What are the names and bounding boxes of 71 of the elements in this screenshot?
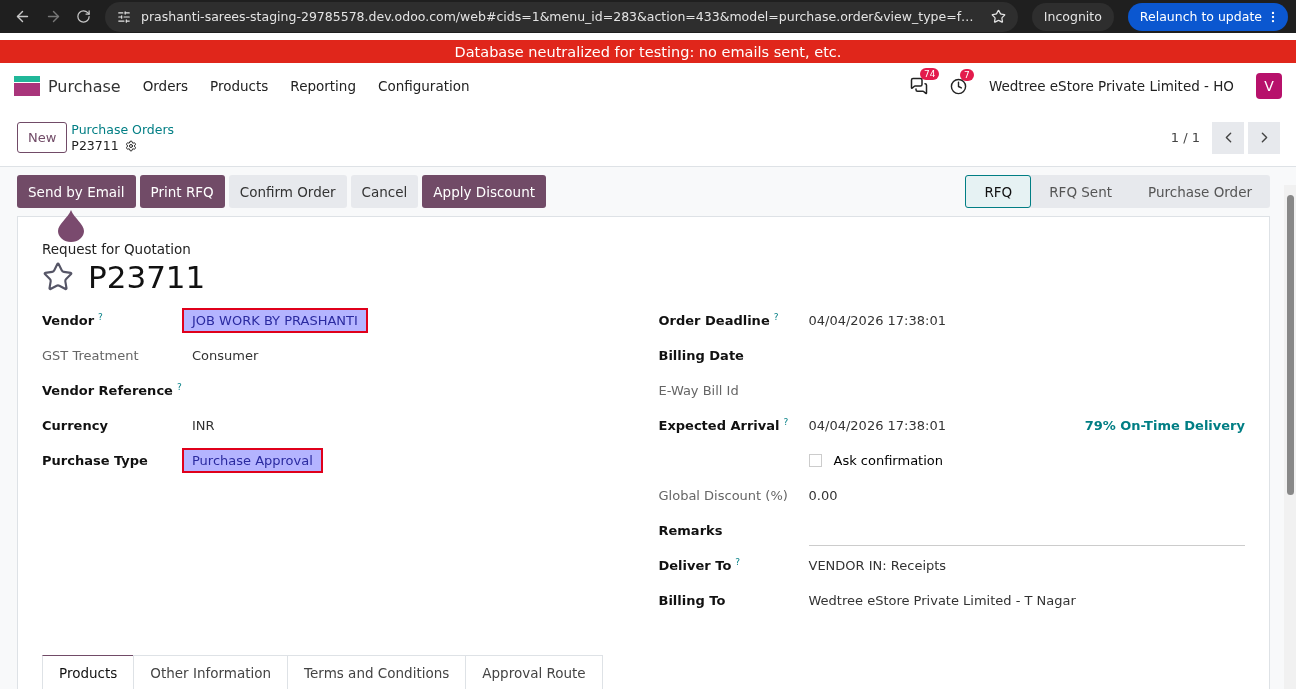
record-title: P23711 — [88, 259, 206, 295]
field-label: Billing Date — [658, 348, 744, 363]
field-value[interactable]: 04/04/2026 17:38:01 — [808, 313, 946, 328]
field-value[interactable]: Purchase Approval — [182, 448, 323, 473]
field-value[interactable]: VENDOR IN: Receipts — [808, 558, 947, 573]
activities-icon[interactable] — [949, 77, 967, 95]
field-label: Remarks — [658, 523, 723, 538]
back-icon[interactable] — [14, 8, 31, 25]
field-label: Deliver To — [658, 558, 732, 574]
scrollbar[interactable] — [1284, 185, 1296, 689]
app-logo-icon — [14, 76, 40, 96]
field-label: Vendor — [42, 313, 95, 329]
checkbox-label: Ask confirmation — [833, 453, 943, 468]
record-name: P23711 — [71, 137, 119, 154]
help-icon[interactable]: ? — [773, 312, 779, 323]
notebook-tab[interactable]: Products — [42, 655, 135, 689]
field-label: Vendor Reference — [42, 383, 173, 399]
action-button[interactable]: Print RFQ — [139, 175, 225, 208]
form-subtitle: Request for Quotation — [42, 241, 192, 257]
on-time-delivery-link[interactable]: 79% On-Time Delivery — [1084, 418, 1245, 433]
action-button[interactable]: Confirm Order — [228, 175, 347, 208]
settings-icon[interactable] — [124, 139, 137, 152]
notebook-tab[interactable]: Approval Route — [465, 655, 603, 689]
pager-counter: 1 / 1 — [1170, 130, 1200, 145]
field-label: Purchase Type — [42, 453, 148, 468]
new-button[interactable]: New — [17, 122, 68, 153]
field-label: Currency — [42, 418, 108, 433]
incognito-indicator: Incognito — [1031, 2, 1114, 31]
help-icon[interactable]: ? — [735, 557, 741, 568]
field-label: Order Deadline — [658, 313, 770, 329]
status-stage[interactable]: Purchase Order — [1130, 175, 1270, 208]
action-button[interactable]: Send by Email — [17, 175, 136, 208]
relaunch-button[interactable]: Relaunch to update — [1127, 2, 1288, 31]
help-icon[interactable]: ? — [98, 312, 103, 323]
field-label: Billing To — [658, 593, 726, 608]
menu-item[interactable]: Orders — [142, 78, 189, 94]
help-icon[interactable]: ? — [783, 417, 789, 428]
forward-icon[interactable] — [45, 8, 62, 25]
menu-item[interactable]: Products — [210, 78, 269, 94]
action-button[interactable]: Cancel — [350, 175, 419, 208]
user-avatar[interactable]: V — [1256, 73, 1282, 99]
field-value[interactable]: Wedtree eStore Private Limited - T Nagar — [808, 593, 1076, 608]
field-value[interactable]: JOB WORK BY PRASHANTI — [182, 308, 368, 333]
help-icon[interactable]: ? — [176, 382, 182, 393]
field-label: Expected Arrival — [658, 418, 780, 434]
drop-icon — [58, 210, 84, 242]
status-stage[interactable]: RFQ — [965, 175, 1032, 208]
field-value[interactable]: 0.00 — [808, 488, 838, 503]
neutralized-banner: Database neutralized for testing: no emails sent, etc. — [0, 40, 1296, 63]
site-settings-icon[interactable] — [117, 9, 131, 24]
field-value[interactable]: INR — [192, 418, 215, 433]
field-label: GST Treatment — [42, 348, 139, 363]
field-value[interactable]: Consumer — [192, 348, 259, 363]
app-name[interactable]: Purchase — [48, 76, 121, 96]
field-label: E-Way Bill Id — [658, 383, 739, 398]
bookmark-star-icon[interactable] — [990, 9, 1006, 24]
field-value[interactable]: 04/04/2026 17:38:01 — [808, 418, 946, 433]
star-icon[interactable] — [42, 261, 74, 293]
menu-item[interactable]: Reporting — [290, 78, 356, 94]
checkbox[interactable] — [808, 454, 822, 467]
reload-icon[interactable] — [76, 9, 91, 24]
company-switcher[interactable]: Wedtree eStore Private Limited - HO — [988, 78, 1234, 94]
field-label: Global Discount (%) — [658, 488, 788, 503]
messages-count: 74 — [919, 68, 940, 80]
activities-count: 7 — [959, 68, 974, 81]
breadcrumb-link[interactable]: Purchase Orders — [71, 121, 175, 138]
action-button[interactable]: Apply Discount — [422, 175, 546, 208]
address-bar[interactable]: prashanti-sarees-staging-29785578.dev.odoo.com/web#cids=1&menu_id=283&action=433&model=purchase.order&view_type=f… — [105, 1, 1018, 32]
messages-icon[interactable] — [909, 77, 928, 95]
status-stage[interactable]: RFQ Sent — [1031, 175, 1131, 208]
menu-item[interactable]: Configuration — [378, 78, 470, 94]
